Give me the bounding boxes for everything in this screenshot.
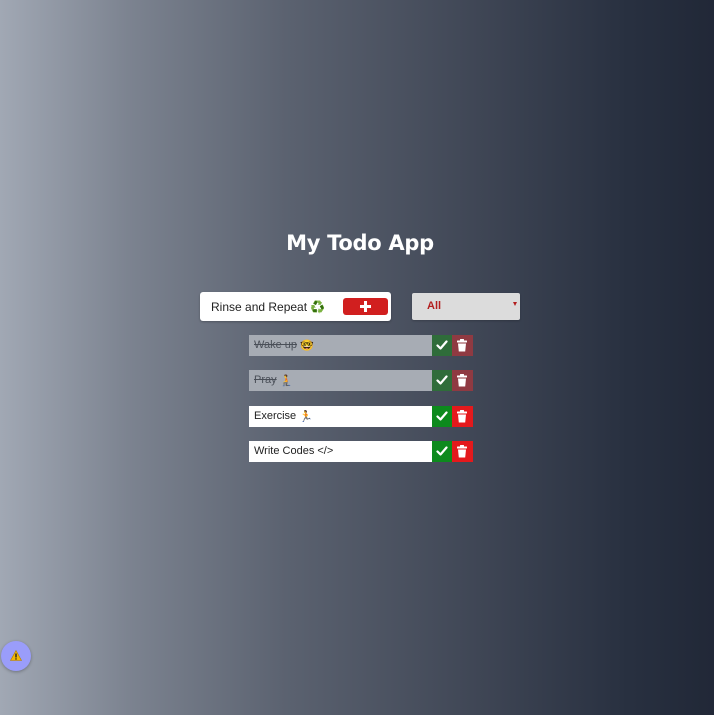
todo-item: Write Codes </> <box>249 440 473 462</box>
nerd-face-icon: 🤓 <box>300 340 314 352</box>
plus-icon <box>360 301 371 312</box>
complete-button[interactable] <box>432 335 452 356</box>
todo-form <box>200 292 391 321</box>
check-icon <box>436 446 448 456</box>
complete-button[interactable] <box>432 405 452 427</box>
complete-button[interactable] <box>432 370 452 392</box>
check-icon <box>436 375 448 385</box>
complete-button[interactable] <box>432 440 452 462</box>
kneeling-person-icon: 🧎 <box>279 375 294 388</box>
delete-button[interactable] <box>452 370 473 392</box>
todo-text: Pray 🧎 <box>249 370 432 392</box>
filter-selected-value: All <box>427 300 442 312</box>
check-icon <box>436 340 448 350</box>
trash-icon <box>457 339 467 352</box>
todo-label: Exercise <box>254 409 297 422</box>
todo-item: Pray 🧎 <box>249 370 473 392</box>
todo-item: Exercise 🏃 <box>249 405 473 427</box>
caret-down-icon <box>513 302 517 306</box>
delete-button[interactable] <box>452 405 473 427</box>
todo-input[interactable] <box>200 292 340 321</box>
todo-item: Wake up 🤓 <box>249 335 473 356</box>
warning-fab-button[interactable] <box>1 641 31 671</box>
add-todo-button[interactable] <box>343 298 388 315</box>
todo-list: Wake up 🤓 Pray 🧎 Exercise 🏃 Write Codes … <box>249 335 473 476</box>
warning-icon <box>10 650 22 661</box>
trash-icon <box>457 374 467 387</box>
todo-text: Wake up 🤓 <box>249 335 432 356</box>
trash-icon <box>457 444 467 458</box>
filter-select[interactable]: All <box>412 293 520 320</box>
trash-icon <box>457 409 467 423</box>
delete-button[interactable] <box>452 335 473 356</box>
todo-label: Pray <box>254 374 277 387</box>
app-title: My Todo App <box>286 231 434 255</box>
todo-label: Wake up <box>254 339 298 351</box>
todo-label: Write Codes </> <box>254 444 334 457</box>
running-person-icon: 🏃 <box>299 410 313 423</box>
delete-button[interactable] <box>452 440 473 462</box>
todo-text: Exercise 🏃 <box>249 405 432 427</box>
check-icon <box>436 410 448 421</box>
todo-text: Write Codes </> <box>249 440 432 462</box>
